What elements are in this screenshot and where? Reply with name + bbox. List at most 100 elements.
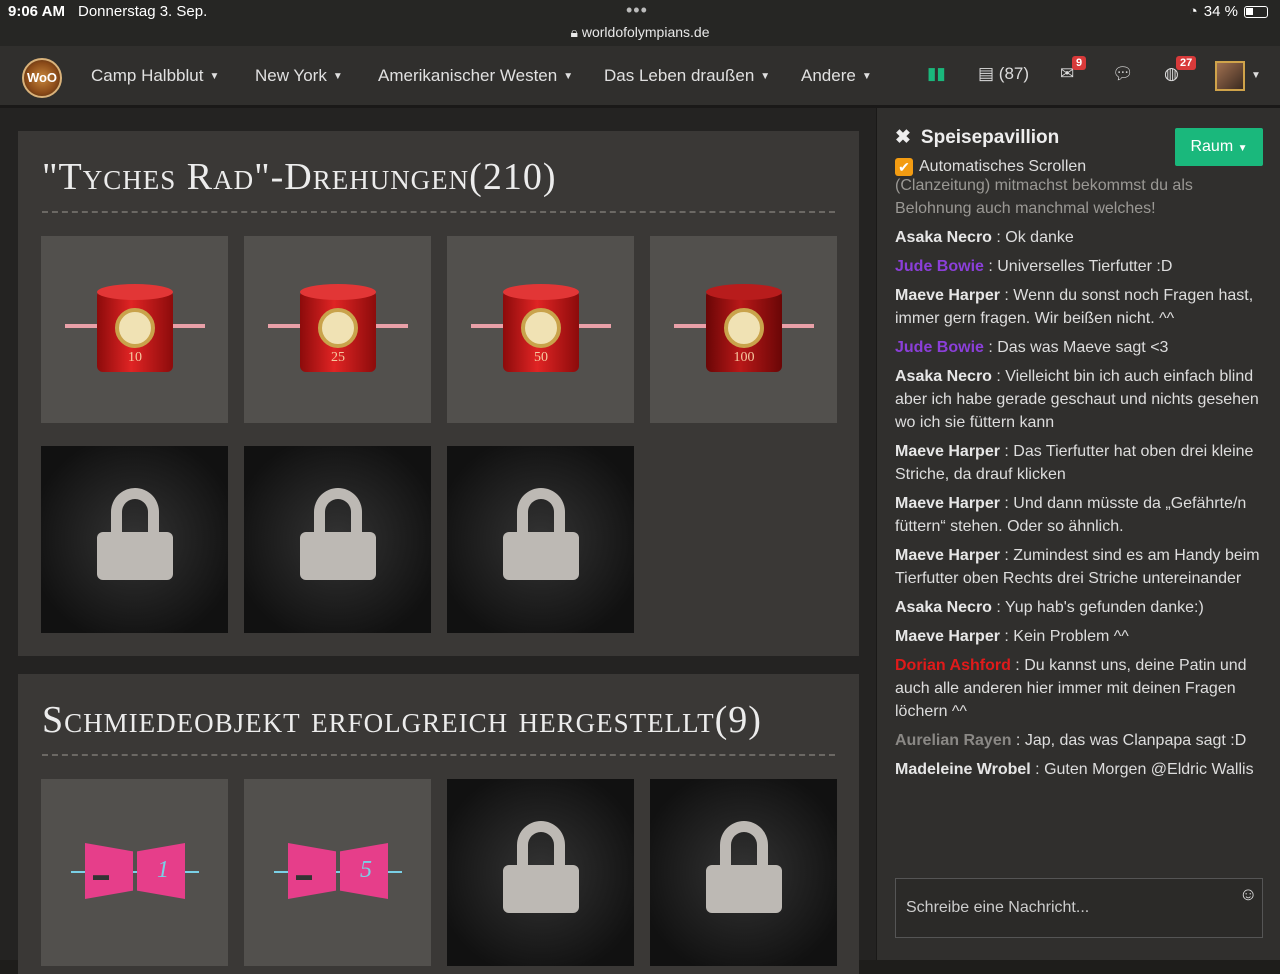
message-input[interactable]: Schreibe eine Nachricht... — [895, 878, 1263, 938]
chat-username[interactable]: Asaka Necro — [895, 599, 992, 616]
achievement-tile[interactable]: 25 — [244, 236, 431, 423]
chat-message: Maeve Harper : Wenn du sonst noch Fragen… — [895, 284, 1267, 330]
chat-message: Aurelian Rayen : Jap, das was Clanpapa s… — [895, 729, 1267, 752]
main-content: "Tyches Rad"-Drehungen(210) 10 25 50 100… — [0, 108, 876, 974]
chat-username[interactable]: Aurelian Rayen — [895, 732, 1011, 749]
wheel-icon — [318, 308, 358, 348]
locked-achievement-tile[interactable] — [244, 446, 431, 633]
battery-indicator: ◔ 34 % — [1189, 3, 1268, 20]
achievement-panel-tyche: "Tyches Rad"-Drehungen(210) 10 25 50 100 — [18, 131, 859, 656]
more-dots-icon[interactable]: ••• — [626, 0, 648, 21]
chat-text: : Guten Morgen @Eldric Wallis — [1030, 761, 1254, 778]
chat-message: Dorian Ashford : Du kannst uns, deine Pa… — [895, 654, 1267, 723]
achievement-tile[interactable]: ▬ 1 — [41, 779, 228, 966]
panel-title: "Tyches Rad"-Drehungen(210) — [42, 156, 557, 198]
anvil-icon: ▬ — [93, 867, 109, 884]
chat-username[interactable]: Maeve Harper — [895, 287, 1000, 304]
nav-new-york[interactable]: New York ▼ — [255, 66, 343, 86]
chat-text: : Ok danke — [991, 229, 1074, 246]
status-time: 9:06 AM — [8, 3, 65, 20]
achievement-panel-schmiede: Schmiedeobjekt erfolgreich hergestellt(9… — [18, 674, 859, 974]
achievement-tile[interactable]: 10 — [41, 236, 228, 423]
wifi-icon: ◔ — [1188, 3, 1198, 20]
chat-username[interactable]: Maeve Harper — [895, 495, 1000, 512]
chat-username[interactable]: Maeve Harper — [895, 628, 1000, 645]
chat-message: Asaka Necro : Ok danke — [895, 226, 1267, 249]
chat-username[interactable]: Maeve Harper — [895, 547, 1000, 564]
chat-message: (Clanzeitung) mitmachst bekommst du als … — [895, 174, 1267, 220]
chat-message: Madeleine Wrobel : Guten Morgen @Eldric … — [895, 758, 1267, 781]
emoji-icon[interactable]: ☺ — [1239, 884, 1257, 905]
close-icon[interactable]: ✖ — [895, 127, 911, 148]
nav-camp-halbblut[interactable]: Camp Halbblut ▼ — [91, 66, 219, 86]
chat-message: Asaka Necro : Vielleicht bin ich auch ei… — [895, 365, 1267, 434]
wheel-icon — [724, 308, 764, 348]
map-icon[interactable]: ▮▮ — [927, 64, 946, 84]
chat-text: (Clanzeitung) mitmachst bekommst du als … — [895, 177, 1193, 217]
lock-icon — [706, 821, 782, 913]
chat-header: ✖ Speisepavillion — [895, 126, 1059, 149]
chat-message: Maeve Harper : Kein Problem ^^ — [895, 625, 1267, 648]
chat-text: : Kein Problem ^^ — [999, 628, 1129, 645]
chat-username[interactable]: Madeleine Wrobel — [895, 761, 1031, 778]
panel-title: Schmiedeobjekt erfolgreich hergestellt(9… — [42, 699, 762, 741]
chevron-down-icon: ▼ — [563, 71, 574, 82]
chat-username[interactable]: Asaka Necro — [895, 368, 992, 385]
chat-message: Asaka Necro : Yup hab's gefunden danke:) — [895, 596, 1267, 619]
user-avatar[interactable] — [1215, 61, 1245, 91]
wheel-icon — [115, 308, 155, 348]
nav-andere[interactable]: Andere ▼ — [801, 66, 872, 86]
chat-message: Jude Bowie : Universelles Tierfutter :D — [895, 255, 1267, 278]
chat-username[interactable]: Maeve Harper — [895, 443, 1000, 460]
nav-leben-draussen[interactable]: Das Leben draußen ▼ — [604, 66, 770, 86]
nav-amerikanischer-westen[interactable]: Amerikanischer Westen ▼ — [378, 66, 573, 86]
mail-badge: 9 — [1072, 56, 1087, 70]
locked-achievement-tile[interactable] — [447, 446, 634, 633]
chat-message: Jude Bowie : Das was Maeve sagt <3 — [895, 336, 1267, 359]
chat-text: : Jap, das was Clanpapa sagt :D — [1011, 732, 1247, 749]
anvil-icon: ▬ — [296, 867, 312, 884]
chat-bubble-icon[interactable]: 💬︎ — [1112, 64, 1134, 84]
chevron-down-icon: ▼ — [861, 71, 872, 82]
chevron-down-icon: ▼ — [332, 71, 343, 82]
locked-achievement-tile[interactable] — [650, 779, 837, 966]
chat-text: : Universelles Tierfutter :D — [983, 258, 1173, 275]
lock-icon: 🔒︎ — [570, 24, 582, 40]
mail-button[interactable]: ✉ 9 — [1060, 56, 1087, 84]
wheel-icon — [521, 308, 561, 348]
top-navbar: WoO Camp Halbblut ▼ New York ▼ Amerikanisc… — [0, 46, 1280, 108]
chevron-down-icon: ▼ — [209, 71, 220, 82]
chevron-down-icon: ▼ — [760, 71, 771, 82]
achievement-tile[interactable]: 50 — [447, 236, 634, 423]
notifications-button[interactable]: ◍ 27 — [1164, 56, 1197, 84]
chat-message: Maeve Harper : Zumindest sind es am Hand… — [895, 544, 1267, 590]
chat-username[interactable]: Dorian Ashford — [895, 657, 1011, 674]
battery-text: 34 % — [1203, 3, 1238, 20]
locked-achievement-tile[interactable] — [447, 779, 634, 966]
lock-icon — [503, 821, 579, 913]
achievement-tile[interactable]: 100 — [650, 236, 837, 423]
chevron-down-icon[interactable]: ▼ — [1251, 70, 1261, 81]
lock-icon — [300, 488, 376, 580]
chat-sidebar: ✖ Speisepavillion ✔ Automatisches Scrollen… — [876, 108, 1280, 960]
chat-text: : Yup hab's gefunden danke:) — [991, 599, 1204, 616]
battery-icon — [1244, 5, 1268, 18]
notification-badge: 27 — [1176, 56, 1197, 70]
chat-room-name: Speisepavillion — [920, 127, 1060, 148]
chat-username[interactable]: Jude Bowie — [895, 258, 984, 275]
lock-icon — [97, 488, 173, 580]
url-bar[interactable]: 🔒︎ worldofolympians.de — [0, 24, 1280, 41]
chat-messages: (Clanzeitung) mitmachst bekommst du als … — [895, 174, 1267, 864]
chat-message: Maeve Harper : Und dann müsste da „Gefäh… — [895, 492, 1267, 538]
chat-message: Maeve Harper : Das Tierfutter hat oben d… — [895, 440, 1267, 486]
documents-button[interactable]: ▤ (87) — [978, 64, 1029, 84]
lock-icon — [503, 488, 579, 580]
achievement-tile[interactable]: ▬ 5 — [244, 779, 431, 966]
chat-username[interactable]: Jude Bowie — [895, 339, 984, 356]
room-button[interactable]: Raum ▼ — [1175, 128, 1263, 166]
chevron-down-icon: ▼ — [1237, 143, 1248, 154]
status-date: Donnerstag 3. Sep. — [78, 3, 208, 20]
site-logo[interactable]: WoO — [22, 58, 62, 98]
locked-achievement-tile[interactable] — [41, 446, 228, 633]
chat-username[interactable]: Asaka Necro — [895, 229, 992, 246]
